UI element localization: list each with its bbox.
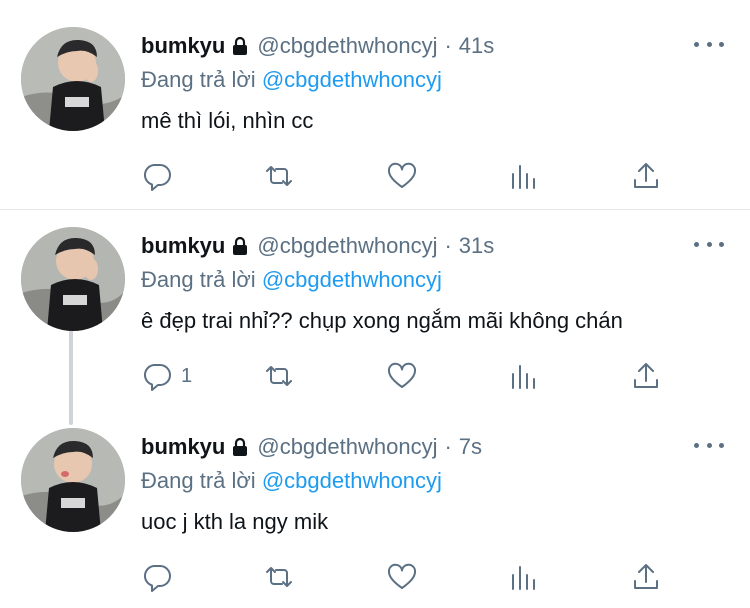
retweet-icon (266, 567, 292, 587)
like-button[interactable] (386, 358, 418, 394)
retweet-button[interactable] (263, 358, 295, 394)
avatar[interactable] (21, 428, 125, 532)
retweet-icon (266, 366, 292, 386)
tweet[interactable]: bumkyu @cbgdethwhoncyj · 7s Đang trả lời… (0, 410, 750, 608)
tweet[interactable]: bumkyu @cbgdethwhoncyj · 41s Đang trả lờ… (0, 0, 750, 210)
reply-icon (143, 565, 171, 592)
replying-to: Đang trả lời @cbgdethwhoncyj (141, 267, 442, 293)
tweet-text: ê đẹp trai nhỉ?? chụp xong ngắm mãi khôn… (141, 308, 623, 333)
replying-to-label: Đang trả lời (141, 67, 256, 92)
avatar[interactable] (21, 27, 125, 131)
share-icon (634, 163, 658, 188)
tweet-actions (0, 158, 750, 194)
display-name[interactable]: bumkyu (141, 233, 225, 259)
user-handle[interactable]: @cbgdethwhoncyj (257, 33, 437, 59)
tweet-header: bumkyu @cbgdethwhoncyj · 41s (141, 31, 494, 61)
user-handle[interactable]: @cbgdethwhoncyj (257, 233, 437, 259)
heart-icon (387, 563, 417, 589)
user-handle[interactable]: @cbgdethwhoncyj (257, 434, 437, 460)
separator: · (444, 434, 452, 459)
stats-icon (512, 165, 535, 189)
mention-link[interactable]: @cbgdethwhoncyj (262, 468, 442, 493)
stats-icon (512, 365, 535, 389)
separator: · (444, 33, 452, 58)
reply-button[interactable] (141, 559, 181, 595)
stats-button[interactable] (508, 158, 540, 194)
avatar[interactable] (21, 227, 125, 331)
tweet-actions (0, 559, 750, 595)
tweet-text: uoc j kth la ngy mik (141, 509, 329, 534)
tweet-header: bumkyu @cbgdethwhoncyj · 7s (141, 432, 482, 462)
timestamp[interactable]: 41s (459, 33, 494, 59)
like-button[interactable] (386, 158, 418, 194)
reply-count: 1 (181, 364, 193, 387)
tweet[interactable]: bumkyu @cbgdethwhoncyj · 31s Đang trả lờ… (0, 210, 750, 410)
timestamp[interactable]: 7s (459, 434, 482, 460)
display-name[interactable]: bumkyu (141, 33, 225, 59)
retweet-button[interactable] (263, 559, 295, 595)
separator: · (444, 233, 452, 258)
stats-button[interactable] (508, 358, 540, 394)
replying-to: Đang trả lời @cbgdethwhoncyj (141, 468, 442, 494)
more-icon[interactable] (694, 435, 724, 455)
lock-icon (233, 236, 248, 255)
share-button[interactable] (630, 158, 662, 194)
reply-button[interactable]: 1 (141, 358, 192, 394)
retweet-button[interactable] (263, 158, 295, 194)
timestamp[interactable]: 31s (459, 233, 494, 259)
heart-icon (387, 162, 417, 188)
mention-link[interactable]: @cbgdethwhoncyj (262, 267, 442, 292)
share-icon (634, 564, 658, 589)
stats-button[interactable] (508, 559, 540, 595)
stats-icon (512, 566, 535, 590)
like-button[interactable] (386, 559, 418, 595)
more-icon[interactable] (694, 34, 724, 54)
heart-icon (387, 362, 417, 388)
reply-icon (143, 164, 171, 191)
display-name[interactable]: bumkyu (141, 434, 225, 460)
replying-to-label: Đang trả lời (141, 468, 256, 493)
tweet-text: mê thì lói, nhìn cc (141, 108, 314, 133)
share-icon (634, 363, 658, 388)
replying-to: Đang trả lời @cbgdethwhoncyj (141, 67, 442, 93)
reply-icon (143, 364, 171, 391)
replying-to-label: Đang trả lời (141, 267, 256, 292)
share-button[interactable] (630, 358, 662, 394)
tweet-actions: 1 (0, 358, 750, 394)
lock-icon (233, 36, 248, 55)
retweet-icon (266, 166, 292, 186)
share-button[interactable] (630, 559, 662, 595)
mention-link[interactable]: @cbgdethwhoncyj (262, 67, 442, 92)
more-icon[interactable] (694, 234, 724, 254)
lock-icon (233, 437, 248, 456)
tweet-header: bumkyu @cbgdethwhoncyj · 31s (141, 231, 494, 261)
reply-button[interactable] (141, 158, 181, 194)
